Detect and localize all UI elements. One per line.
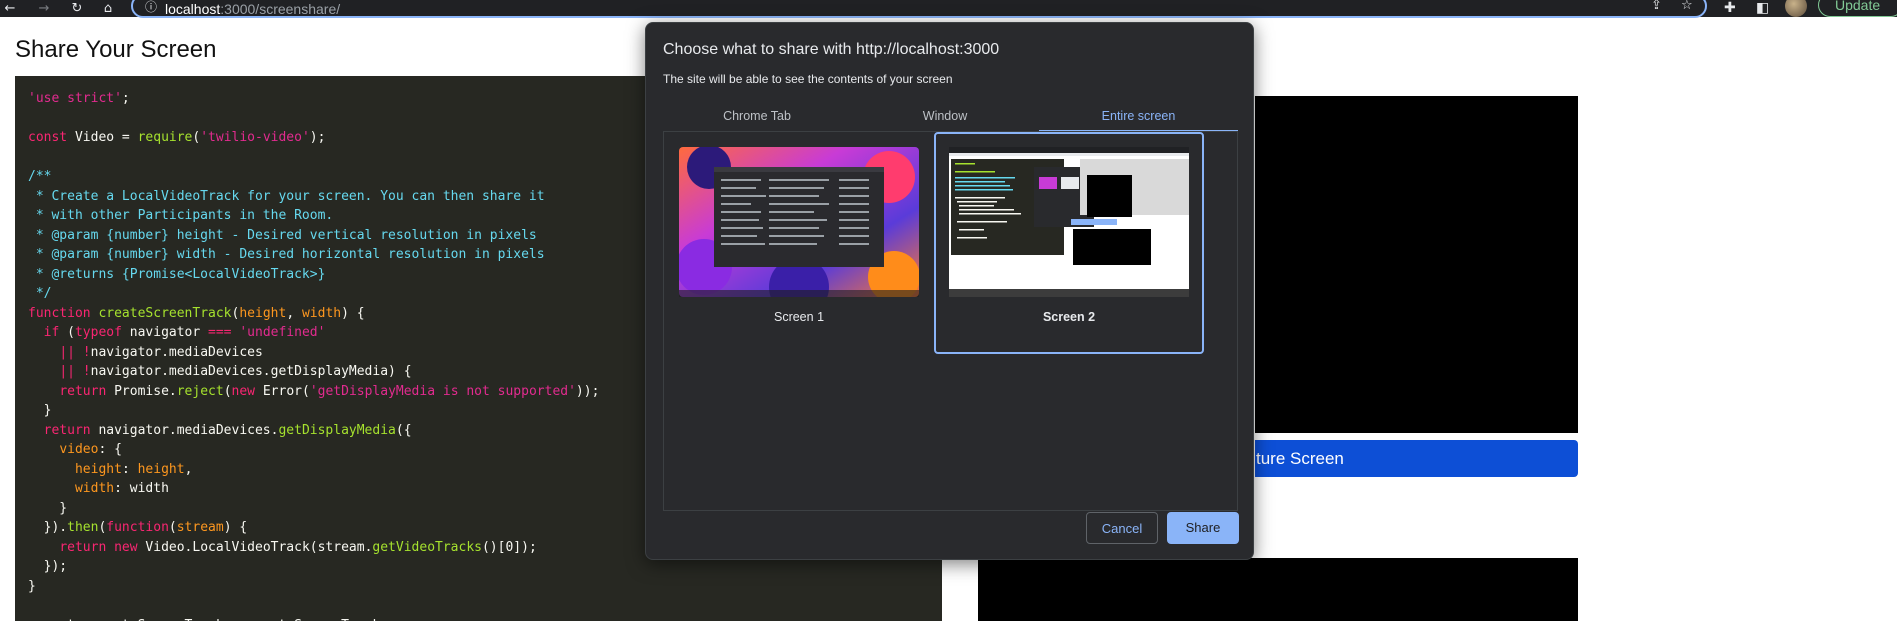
screen-1-thumbnail: [679, 147, 919, 297]
reload-icon[interactable]: ↻: [69, 0, 85, 17]
page-title: Share Your Screen: [15, 36, 217, 63]
address-bar[interactable]: ⓘ localhost:3000/screenshare/ ⇪ ☆: [131, 0, 1707, 18]
code-line: exports.createScreenTrack = createScreen…: [28, 618, 388, 621]
url-text: localhost:3000/screenshare/: [165, 1, 340, 17]
code-line: /**: [28, 169, 52, 184]
code-line: }).then(function(stream) {: [28, 520, 248, 535]
code-line: });: [28, 559, 68, 574]
dialog-title: Choose what to share with http://localho…: [663, 41, 1000, 58]
home-icon[interactable]: ⌂: [100, 0, 116, 17]
browser-toolbar: ← → ↻ ⌂ ⓘ localhost:3000/screenshare/ ⇪ …: [0, 0, 1897, 18]
code-line: return navigator.mediaDevices.getDisplay…: [43, 422, 412, 438]
code-line: height: height,: [74, 461, 193, 477]
share-dialog: Choose what to share with http://localho…: [645, 22, 1254, 560]
forward-icon[interactable]: →: [36, 0, 52, 17]
code-line: video: {: [59, 442, 122, 457]
share-source-tabs: Chrome Tab Window Entire screen: [663, 102, 1238, 132]
dialog-subtitle: The site will be able to see the content…: [663, 72, 953, 86]
code-line: }: [28, 500, 68, 516]
tab-window[interactable]: Window: [851, 102, 1039, 130]
share-page-icon[interactable]: ⇪: [1651, 0, 1662, 13]
code-line: || !navigator.mediaDevices: [59, 344, 263, 360]
code-line: * Create a LocalVideoTrack for your scre…: [28, 188, 545, 204]
screen-option-2[interactable]: Screen 2: [934, 132, 1204, 354]
code-line: * @param {number} width - Desired horizo…: [28, 247, 545, 262]
site-info-icon[interactable]: ⓘ: [145, 0, 157, 15]
screen-preview-video: [1255, 96, 1578, 433]
code-line: * with other Participants in the Room.: [28, 208, 334, 223]
code-line: width: width: [74, 481, 169, 496]
bookmark-star-icon[interactable]: ☆: [1681, 0, 1693, 13]
cancel-button[interactable]: Cancel: [1086, 512, 1158, 544]
extensions-icon[interactable]: ✚: [1724, 0, 1736, 17]
back-icon[interactable]: ←: [2, 0, 18, 17]
screen-2-label: Screen 2: [1042, 310, 1096, 324]
code-line: */: [28, 286, 52, 301]
code-line: }: [28, 578, 36, 594]
capture-screen-button[interactable]: ture Screen: [1255, 440, 1578, 477]
code-line: const Video = require('twilio-video');: [28, 130, 326, 145]
capture-screen-label: ture Screen: [1256, 449, 1344, 468]
share-button[interactable]: Share: [1167, 512, 1239, 544]
code-line: }: [28, 403, 52, 418]
tab-entire-screen[interactable]: Entire screen: [1039, 102, 1238, 132]
screen-list: Screen 1 Screen 2: [663, 132, 1238, 511]
screen-option-1[interactable]: Screen 1: [664, 132, 934, 354]
code-line: return new Video.LocalVideoTrack(stream.…: [59, 539, 537, 555]
side-panel-icon[interactable]: ◧: [1756, 0, 1769, 17]
remote-video: [978, 558, 1578, 621]
update-button[interactable]: Update: [1818, 0, 1897, 17]
tab-chrome-tab[interactable]: Chrome Tab: [663, 102, 851, 130]
code-line: function createScreenTrack(height, width…: [28, 305, 365, 321]
code-line: * @param {number} height - Desired verti…: [28, 227, 537, 243]
screen-2-thumbnail: [949, 147, 1189, 297]
code-line: 'use strict';: [28, 91, 130, 106]
code-line: return Promise.reject(new Error('getDisp…: [59, 383, 600, 399]
code-line: if (typeof navigator === 'undefined': [43, 325, 326, 340]
url-host: localhost: [165, 1, 221, 17]
screen-1-label: Screen 1: [773, 310, 825, 324]
profile-avatar[interactable]: [1785, 0, 1807, 17]
code-line: * @returns {Promise<LocalVideoTrack>}: [28, 266, 326, 282]
url-path: :3000/screenshare/: [220, 1, 341, 17]
code-line: || !navigator.mediaDevices.getDisplayMed…: [59, 364, 412, 379]
